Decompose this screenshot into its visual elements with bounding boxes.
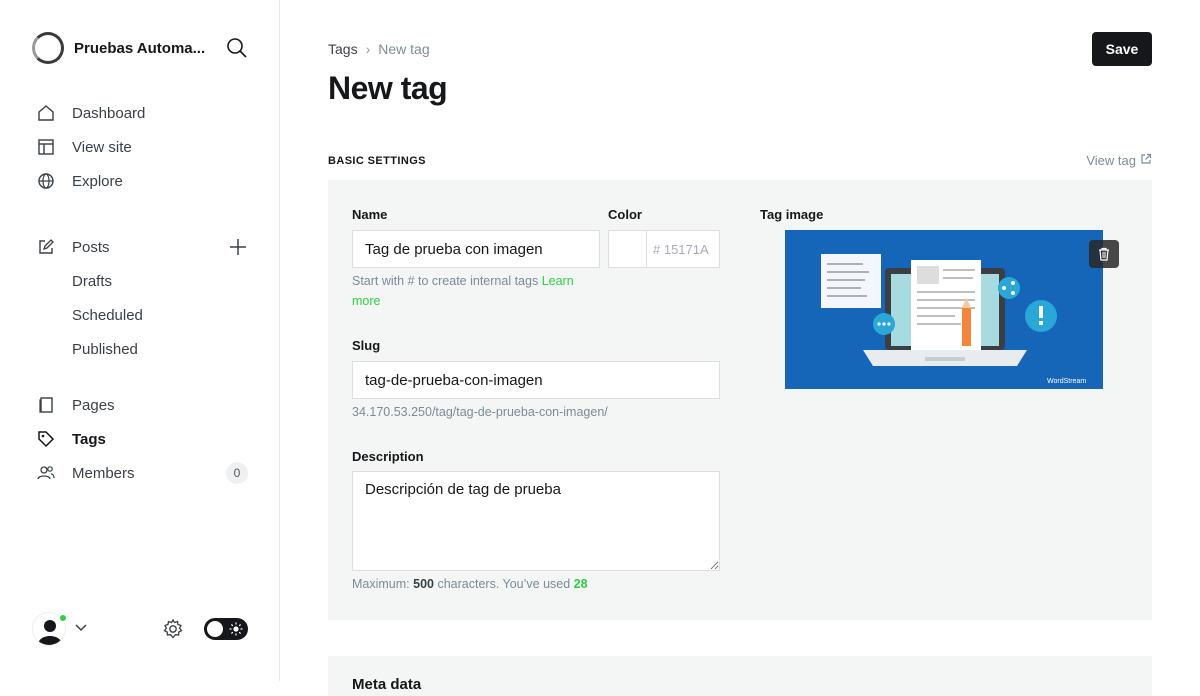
tag-icon (36, 429, 56, 449)
metadata-panel[interactable]: Meta data (328, 656, 1152, 696)
color-label: Color (608, 207, 642, 222)
members-icon (36, 463, 56, 483)
nav-label: Dashboard (72, 104, 146, 122)
name-hint-text: Start with # to create internal tags (352, 274, 542, 288)
section-label-basic-settings: BASIC SETTINGS (328, 155, 426, 167)
breadcrumb-tags-link[interactable]: Tags (328, 41, 358, 57)
site-logo (32, 32, 64, 64)
nav-item-drafts[interactable]: Drafts (36, 264, 248, 298)
nav-item-dashboard[interactable]: Dashboard (36, 96, 145, 130)
nav-label: Tags (72, 430, 106, 448)
slug-url-preview: 34.170.53.250/tag/tag-de-prueba-con-imag… (352, 405, 608, 419)
nav-label: Published (72, 340, 138, 358)
members-count-badge: 0 (226, 462, 248, 484)
nav-label: View site (72, 138, 132, 156)
sidebar: Pruebas Automa... Dashboard View site Ex… (0, 0, 280, 681)
breadcrumb: Tags › New tag (328, 41, 430, 57)
nav-main: Dashboard View site Explore (36, 96, 145, 198)
view-tag-label: View tag (1086, 153, 1136, 168)
nav-label: Drafts (72, 272, 113, 290)
sidebar-footer (32, 610, 248, 648)
metadata-heading: Meta data (352, 676, 422, 693)
used-chars: 28 (573, 577, 588, 591)
online-status-dot (58, 613, 68, 623)
theme-toggle[interactable] (204, 618, 248, 640)
delete-image-icon[interactable] (1089, 240, 1119, 268)
globe-icon (36, 171, 56, 191)
home-icon (36, 103, 56, 123)
color-swatch[interactable] (608, 230, 646, 268)
nav-label: Members (72, 464, 135, 482)
site-name: Pruebas Automa... (74, 39, 206, 57)
nav-item-members[interactable]: Members 0 (36, 456, 248, 490)
max-chars: 500 (413, 577, 434, 591)
toggle-knob (207, 621, 223, 637)
nav-label: Posts (72, 238, 110, 256)
name-input[interactable]: Tag de prueba con imagen (352, 230, 600, 268)
color-input[interactable]: # 15171A (646, 230, 720, 268)
tag-image-label: Tag image (760, 207, 824, 222)
edit-icon (36, 237, 56, 257)
description-hint: Maximum: 500 characters. You’ve used 28 (352, 574, 588, 594)
nav-item-view-site[interactable]: View site (36, 130, 145, 164)
hint-text: characters. You’ve used (433, 577, 574, 591)
name-hint: Start with # to create internal tags Lea… (352, 271, 602, 311)
add-post-icon[interactable] (228, 237, 248, 257)
breadcrumb-current: New tag (378, 41, 430, 57)
nav-item-pages[interactable]: Pages (36, 388, 248, 422)
nav-item-published[interactable]: Published (36, 332, 248, 366)
page-title: New tag (328, 70, 448, 106)
search-icon[interactable] (226, 37, 248, 59)
gear-icon[interactable] (162, 618, 184, 645)
tag-image[interactable]: WordStream (785, 230, 1103, 389)
name-label: Name (352, 207, 388, 222)
site-brand[interactable]: Pruebas Automa... (32, 32, 205, 64)
external-link-icon (1140, 153, 1152, 168)
description-textarea[interactable]: Descripción de tag de prueba (352, 471, 720, 571)
layout-icon (36, 137, 56, 157)
nav-label: Explore (72, 172, 123, 190)
sun-icon (229, 622, 243, 641)
page-icon (36, 395, 56, 415)
nav-item-posts[interactable]: Posts (36, 230, 248, 264)
hint-text: Maximum: (352, 577, 414, 591)
save-button[interactable]: Save (1092, 32, 1152, 66)
chevron-down-icon[interactable] (74, 621, 88, 640)
nav-label: Scheduled (72, 306, 143, 324)
slug-input[interactable]: tag-de-prueba-con-imagen (352, 361, 720, 399)
wordstream-mark: WordStream (1047, 378, 1086, 385)
nav-item-tags[interactable]: Tags (36, 422, 248, 456)
nav-posts: Posts Drafts Scheduled Published (36, 230, 248, 366)
nav-item-scheduled[interactable]: Scheduled (36, 298, 248, 332)
basic-settings-panel: Name Tag de prueba con imagen Start with… (328, 180, 1152, 620)
nav-label: Pages (72, 396, 115, 414)
chevron-right-icon: › (365, 41, 371, 57)
description-label: Description (352, 449, 424, 464)
nav-item-explore[interactable]: Explore (36, 164, 145, 198)
view-tag-link[interactable]: View tag (1086, 153, 1152, 168)
nav-content: Pages Tags Members 0 (36, 388, 248, 490)
slug-label: Slug (352, 338, 381, 353)
